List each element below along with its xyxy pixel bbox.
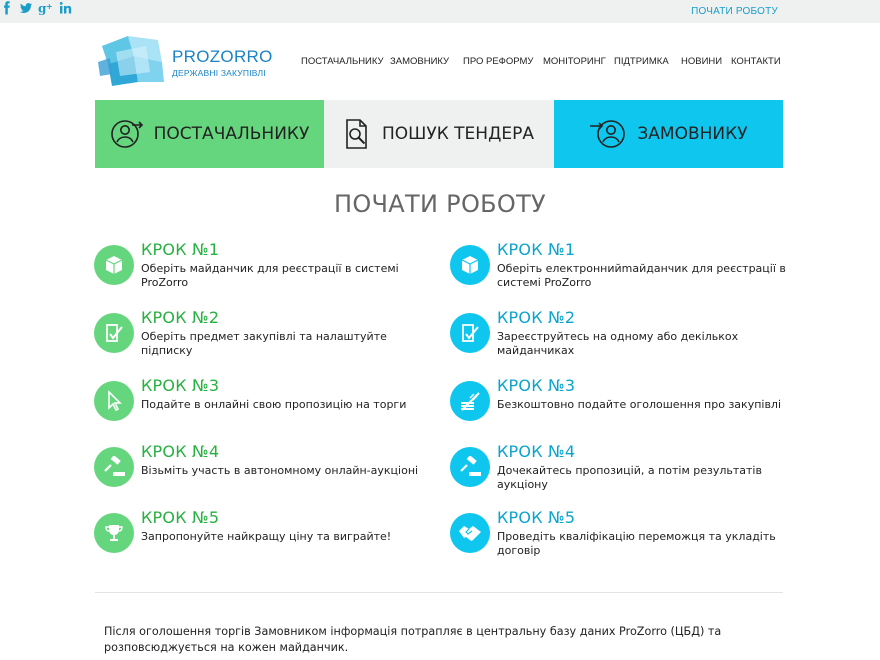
tab-customers-label: ЗАМОВНИКУ: [637, 124, 748, 144]
tab-tender-search[interactable]: ПОШУК ТЕНДЕРА: [324, 100, 554, 168]
document-search-icon: [346, 119, 367, 149]
section-divider: [95, 592, 783, 593]
step-title: КРОК №3: [497, 376, 576, 395]
logo-subtitle: ДЕРЖАВНІ ЗАКУПІВЛІ: [172, 68, 266, 78]
main-nav: ПОСТАЧАЛЬНИКУ ЗАМОВНИКУ ПРО РЕФОРМУ МОНІ…: [0, 56, 880, 68]
step-title: КРОК №5: [497, 508, 576, 527]
list-item: КРОК №1 Оберіть майданчик для реєстрації…: [94, 240, 424, 300]
nav-item-suppliers[interactable]: ПОСТАЧАЛЬНИКУ: [301, 56, 384, 67]
step-description: Подайте в онлайні свою пропозицію на тор…: [141, 398, 407, 411]
step-description: Зареєструйтесь на одному або декількох м…: [497, 330, 739, 357]
list-item: КРОК №2 Оберіть предмет закупівлі та нал…: [94, 308, 424, 368]
twitter-icon[interactable]: [19, 0, 38, 19]
step-description: Проведіть кваліфікацію переможця та укла…: [497, 530, 776, 557]
list-item: КРОК №5 Проведіть кваліфікацію переможця…: [450, 508, 780, 568]
cursor-icon: [94, 381, 134, 421]
document-check-icon: [450, 313, 490, 353]
gavel-icon: [450, 447, 490, 487]
facebook-icon[interactable]: [0, 0, 19, 19]
tab-suppliers-label: ПОСТАЧАЛЬНИКУ: [153, 124, 310, 144]
step-title: КРОК №5: [141, 508, 220, 527]
linkedin-icon[interactable]: [59, 0, 73, 19]
list-item: КРОК №4 Візьміть участь в автономному он…: [94, 442, 424, 502]
list-item: КРОК №5 Запропонуйте найкращу ціну та ви…: [94, 508, 424, 568]
list-item: КРОК №2 Зареєструйтесь на одному або дек…: [450, 308, 780, 368]
gavel-icon: [94, 447, 134, 487]
user-arrow-icon: [110, 120, 143, 148]
list-item: КРОК №4 Дочекайтесь пропозицій, а потім …: [450, 442, 780, 502]
svg-text:+: +: [46, 2, 53, 11]
step-description: Оберіть електроннийmайданчик для реєстра…: [497, 262, 786, 289]
document-check-icon: [94, 313, 134, 353]
step-title: КРОК №2: [497, 308, 576, 327]
step-title: КРОК №1: [497, 240, 576, 259]
step-description: Дочекайтесь пропозицій, а потім результа…: [497, 464, 762, 491]
step-title: КРОК №4: [141, 442, 220, 461]
cube-icon: [94, 245, 134, 285]
step-title: КРОК №3: [141, 376, 220, 395]
step-title: КРОК №2: [141, 308, 220, 327]
step-description: Безкоштовно подайте оголошення про закуп…: [497, 398, 782, 411]
tab-customers[interactable]: ЗАМОВНИКУ: [554, 100, 783, 168]
nav-item-news[interactable]: НОВИНИ: [681, 56, 722, 67]
nav-item-contacts[interactable]: КОНТАКТИ: [731, 56, 781, 67]
nav-item-monitoring[interactable]: МОНІТОРИНГ: [543, 56, 606, 67]
money-crossed-icon: [450, 381, 490, 421]
list-item: КРОК №3 Безкоштовно подайте оголошення п…: [450, 376, 781, 436]
list-item: КРОК №3 Подайте в онлайні свою пропозиці…: [94, 376, 424, 436]
nav-item-about-reform[interactable]: ПРО РЕФОРМУ: [463, 56, 533, 67]
google-plus-icon[interactable]: g +: [38, 0, 59, 19]
step-description: Оберіть майданчик для реєстрації в систе…: [141, 262, 399, 289]
top-bar: g + ПОЧАТИ РОБОТУ: [0, 0, 880, 23]
step-title: КРОК №4: [497, 442, 576, 461]
trophy-icon: [94, 513, 134, 553]
list-item: КРОК №1 Оберіть електроннийmайданчик для…: [450, 240, 786, 300]
tab-suppliers[interactable]: ПОСТАЧАЛЬНИКУ: [95, 100, 324, 168]
handshake-icon: [450, 513, 490, 553]
cube-icon: [450, 245, 490, 285]
user-arrow-in-icon: [590, 120, 626, 148]
step-description: Запропонуйте найкращу ціну та виграйте!: [141, 530, 392, 543]
step-description: Оберіть предмет закупівлі та налаштуйте …: [141, 330, 387, 357]
tab-tender-search-label: ПОШУК ТЕНДЕРА: [382, 124, 534, 144]
page-title: ПОЧАТИ РОБОТУ: [334, 190, 546, 218]
start-work-link[interactable]: ПОЧАТИ РОБОТУ: [691, 6, 778, 17]
nav-item-customers[interactable]: ЗАМОВНИКУ: [390, 56, 449, 67]
info-paragraph: Після оголошення торгів Замовником інфор…: [104, 625, 722, 654]
audience-tabs: ПОСТАЧАЛЬНИКУ ПОШУК ТЕНДЕРА ЗАМОВНИКУ: [95, 100, 783, 168]
nav-item-support[interactable]: ПІДТРИМКА: [614, 56, 669, 67]
step-description: Візьміть участь в автономному онлайн-аук…: [141, 464, 419, 477]
step-title: КРОК №1: [141, 240, 220, 259]
